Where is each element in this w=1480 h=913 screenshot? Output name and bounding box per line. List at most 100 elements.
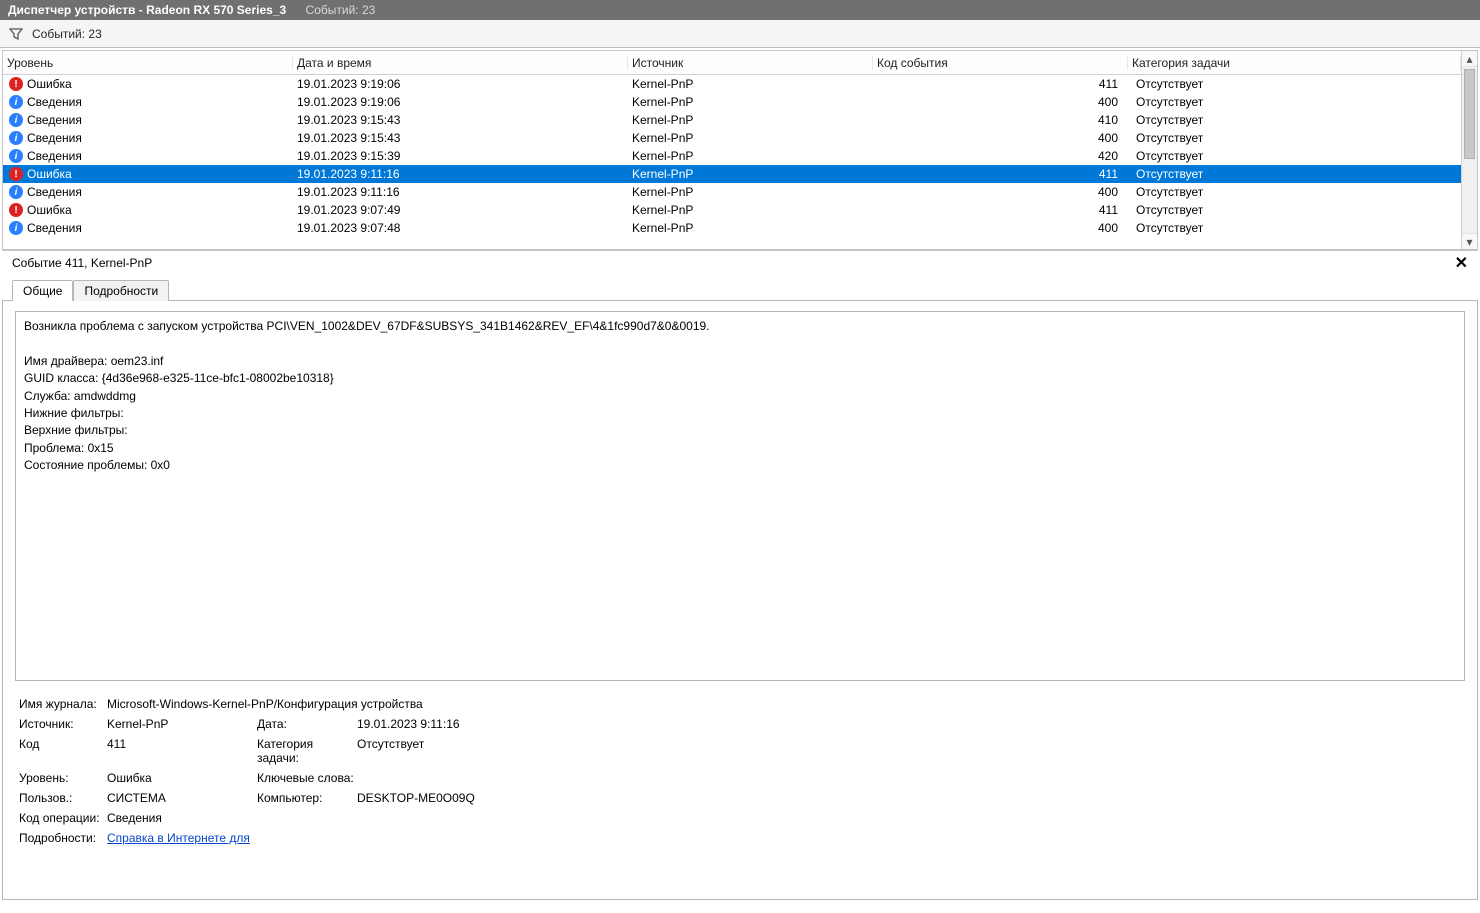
row-level: Ошибка — [27, 167, 72, 181]
row-code: 400 — [873, 221, 1128, 235]
grid-row[interactable]: Ошибка19.01.2023 9:07:49Kernel-PnP411Отс… — [3, 201, 1461, 219]
error-icon — [9, 203, 23, 217]
row-category: Отсутствует — [1128, 95, 1461, 109]
grid-scrollbar[interactable]: ▴ ▾ — [1461, 51, 1477, 249]
row-date: 19.01.2023 9:19:06 — [293, 77, 628, 91]
code-value: 411 — [107, 737, 257, 765]
detail-header: Событие 411, Kernel-PnP ✕ — [2, 250, 1478, 275]
row-date: 19.01.2023 9:15:39 — [293, 149, 628, 163]
computer-value: DESKTOP-ME0O09Q — [357, 791, 677, 805]
detail-panel: Возникла проблема с запуском устройства … — [2, 300, 1478, 900]
window-titlebar: Диспетчер устройств - Radeon RX 570 Seri… — [0, 0, 1480, 20]
source-value: Kernel-PnP — [107, 717, 257, 731]
window-title: Диспетчер устройств - Radeon RX 570 Seri… — [8, 3, 286, 17]
info-icon — [9, 185, 23, 199]
scroll-up-icon[interactable]: ▴ — [1462, 51, 1477, 67]
row-code: 400 — [873, 95, 1128, 109]
row-date: 19.01.2023 9:07:48 — [293, 221, 628, 235]
user-value: СИСТЕМА — [107, 791, 257, 805]
grid-row[interactable]: Сведения 19.01.2023 9:11:16Kernel-PnP400О… — [3, 183, 1461, 201]
grid-row[interactable]: Сведения19.01.2023 9:15:43Kernel-PnP400О… — [3, 129, 1461, 147]
event-description[interactable]: Возникла проблема с запуском устройства … — [15, 311, 1465, 681]
scroll-thumb[interactable] — [1464, 69, 1475, 159]
row-source: Kernel-PnP — [628, 185, 873, 199]
info-icon — [9, 149, 23, 163]
info-icon — [9, 113, 23, 127]
error-icon — [9, 77, 23, 91]
row-level: Сведения — [27, 113, 82, 127]
row-code: 410 — [873, 113, 1128, 127]
row-source: Kernel-PnP — [628, 149, 873, 163]
grid-row[interactable]: Сведения19.01.2023 9:07:48Kernel-PnP400О… — [3, 219, 1461, 237]
moreinfo-label: Подробности: — [19, 831, 107, 845]
row-level: Сведения — [27, 95, 82, 109]
filter-summary: Событий: 23 — [32, 27, 102, 41]
row-category: Отсутствует — [1128, 221, 1461, 235]
row-date: 19.01.2023 9:15:43 — [293, 131, 628, 145]
computer-label: Компьютер: — [257, 791, 357, 805]
row-code: 400 — [873, 185, 1128, 199]
col-category[interactable]: Категория задачи — [1128, 56, 1461, 70]
opcode-value: Сведения — [107, 811, 677, 825]
detail-title: Событие 411, Kernel-PnP — [12, 256, 152, 270]
row-category: Отсутствует — [1128, 149, 1461, 163]
col-level[interactable]: Уровень — [3, 56, 293, 70]
row-date: 19.01.2023 9:07:49 — [293, 203, 628, 217]
row-category: Отсутствует — [1128, 113, 1461, 127]
grid-row[interactable]: Сведения 19.01.2023 9:15:39Kernel-PnP420О… — [3, 147, 1461, 165]
row-level: Сведения — [27, 221, 82, 235]
row-source: Kernel-PnP — [628, 77, 873, 91]
level-label: Уровень: — [19, 771, 107, 785]
row-category: Отсутствует — [1128, 203, 1461, 217]
row-source: Kernel-PnP — [628, 167, 873, 181]
scroll-down-icon[interactable]: ▾ — [1462, 233, 1477, 249]
row-code: 411 — [873, 167, 1128, 181]
row-date: 19.01.2023 9:11:16 — [293, 167, 628, 181]
col-code[interactable]: Код события — [873, 56, 1128, 70]
code-label: Код — [19, 737, 107, 765]
help-link[interactable]: Справка в Интернете для — [107, 831, 250, 845]
grid-row[interactable]: Сведения 19.01.2023 9:15:43Kernel-PnP410О… — [3, 111, 1461, 129]
tab-details[interactable]: Подробности — [73, 280, 169, 301]
row-category: Отсутствует — [1128, 185, 1461, 199]
info-icon — [9, 95, 23, 109]
row-source: Kernel-PnP — [628, 131, 873, 145]
keywords-value — [357, 771, 677, 785]
detail-close-button[interactable]: ✕ — [1451, 253, 1472, 273]
grid-row[interactable]: Сведения 19.01.2023 9:19:06Kernel-PnP400О… — [3, 93, 1461, 111]
filter-toolbar: Событий: 23 — [0, 20, 1480, 48]
filter-icon[interactable] — [8, 26, 24, 42]
row-source: Kernel-PnP — [628, 113, 873, 127]
row-code: 400 — [873, 131, 1128, 145]
tab-general[interactable]: Общие — [12, 280, 73, 301]
window-subtitle: Событий: 23 — [306, 3, 376, 17]
col-date[interactable]: Дата и время — [293, 56, 628, 70]
event-properties: Имя журнала: Microsoft-Windows-Kernel-Pn… — [19, 697, 1465, 845]
row-level: Сведения — [27, 185, 82, 199]
row-date: 19.01.2023 9:11:16 — [293, 185, 628, 199]
row-source: Kernel-PnP — [628, 95, 873, 109]
events-grid: Уровень Дата и время Источник Код событи… — [2, 50, 1478, 250]
row-level: Сведения — [27, 149, 82, 163]
row-category: Отсутствует — [1128, 167, 1461, 181]
log-label: Имя журнала: — [19, 697, 107, 711]
row-date: 19.01.2023 9:19:06 — [293, 95, 628, 109]
row-source: Kernel-PnP — [628, 203, 873, 217]
row-level: Ошибка — [27, 77, 72, 91]
level-value: Ошибка — [107, 771, 257, 785]
col-source[interactable]: Источник — [628, 56, 873, 70]
detail-tabs: Общие Подробности — [2, 280, 1478, 301]
source-label: Источник: — [19, 717, 107, 731]
keywords-label: Ключевые слова: — [257, 771, 357, 785]
opcode-label: Код операции: — [19, 811, 107, 825]
user-label: Пользов.: — [19, 791, 107, 805]
grid-row[interactable]: Ошибка 19.01.2023 9:11:16Kernel-PnP411Отс… — [3, 165, 1461, 183]
log-value: Microsoft-Windows-Kernel-PnP/Конфигураци… — [107, 697, 677, 711]
row-code: 420 — [873, 149, 1128, 163]
row-date: 19.01.2023 9:15:43 — [293, 113, 628, 127]
grid-row[interactable]: Ошибка19.01.2023 9:19:06Kernel-PnP411Отс… — [3, 75, 1461, 93]
grid-header[interactable]: Уровень Дата и время Источник Код событи… — [3, 51, 1461, 75]
category-label: Категория задачи: — [257, 737, 357, 765]
moreinfo-value: Справка в Интернете для — [107, 831, 677, 845]
row-code: 411 — [873, 77, 1128, 91]
